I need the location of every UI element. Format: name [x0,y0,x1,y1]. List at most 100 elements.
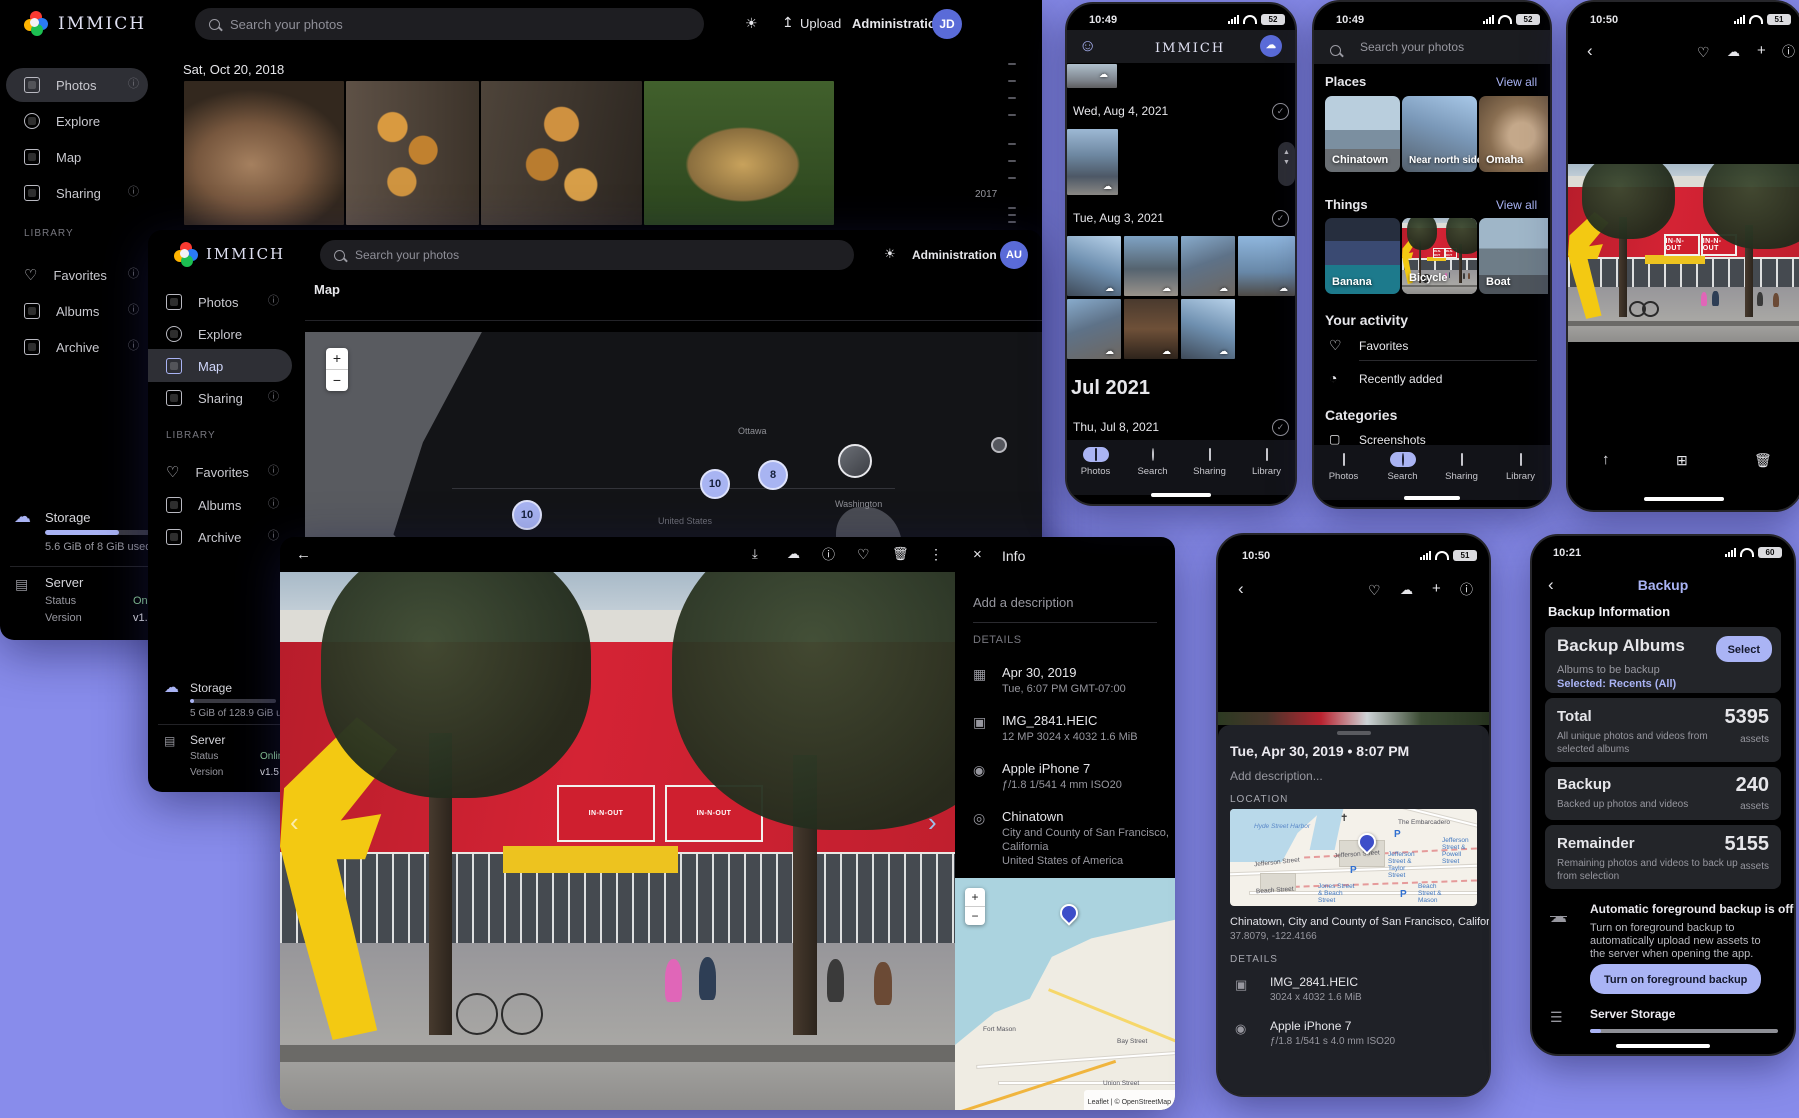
thing-card-banana[interactable]: Banana [1325,218,1400,294]
map-zoom-control[interactable]: + − [326,348,348,391]
select-group-icon[interactable] [1272,419,1289,436]
archive-icon[interactable]: ⊞ [1676,453,1688,467]
add-description-field[interactable]: Add description... [1230,769,1323,783]
search-bar[interactable]: Search your photos [195,8,704,40]
back-chevron-icon[interactable] [1587,42,1593,59]
home-indicator[interactable] [1644,497,1724,501]
zoom-out-button[interactable]: − [965,907,985,925]
favorite-icon[interactable] [1697,45,1710,59]
nav-tab-search[interactable]: Search [1124,447,1181,477]
sidebar-item-photos[interactable]: Photos [166,285,238,319]
photo-thumbnail[interactable] [346,81,479,225]
download-icon[interactable]: ⤓ [752,547,758,560]
map-zoom-control[interactable]: + − [965,888,985,925]
search-placeholder[interactable]: Search your photos [1360,40,1464,54]
user-avatar[interactable]: AU [1000,241,1028,269]
timeline-scrubber-handle[interactable]: ▲▼ [1278,142,1295,186]
sidebar-item-map[interactable]: Map [166,349,223,383]
delete-icon[interactable]: 🗑 [1754,453,1772,467]
sidebar-item-explore[interactable]: Explore [24,104,100,138]
zoom-out-button[interactable]: − [326,370,348,391]
previous-photo-chevron[interactable] [290,809,299,835]
photo-sliver[interactable] [1218,712,1489,725]
add-to-album-icon[interactable] [1757,43,1766,58]
place-card-omaha[interactable]: Omaha [1479,96,1548,172]
map-cluster-marker[interactable]: 10 [512,500,542,530]
info-badge-icon[interactable] [268,531,279,542]
sidebar-item-archive[interactable]: Archive [166,520,241,554]
place-card-near-north-side[interactable]: Near north side [1402,96,1477,172]
info-badge-icon[interactable] [128,269,139,280]
thing-card-boat[interactable]: Boat [1479,218,1548,294]
place-card-chinatown[interactable]: Chinatown [1325,96,1400,172]
sheet-drag-handle[interactable] [1337,731,1371,735]
nav-tab-sharing[interactable]: Sharing [1181,447,1238,477]
info-badge-icon[interactable] [128,341,139,352]
home-indicator[interactable] [1404,496,1460,500]
user-avatar[interactable]: JD [932,9,962,39]
info-badge-icon[interactable] [268,296,279,307]
places-view-all-link[interactable]: View all [1496,75,1537,89]
things-view-all-link[interactable]: View all [1496,198,1537,212]
sidebar-item-explore[interactable]: Explore [166,317,242,351]
theme-toggle-icon[interactable] [884,247,896,260]
home-indicator[interactable] [1616,1044,1710,1048]
map-photo-marker[interactable] [991,437,1007,453]
photo-in-n-out[interactable]: IN-N-OUT IN-N-OUT [1568,164,1799,342]
sidebar-item-sharing[interactable]: Sharing [166,381,243,415]
upload-button[interactable]: Upload [800,16,841,32]
delete-icon[interactable]: 🗑 [892,547,909,560]
sidebar-item-map[interactable]: Map [24,140,81,174]
photo-thumbnail[interactable] [184,81,344,225]
photo-thumbnail[interactable] [644,81,834,225]
add-to-album-icon[interactable] [1432,581,1441,596]
info-badge-icon[interactable] [268,466,279,477]
info-badge-icon[interactable] [128,305,139,316]
info-icon[interactable] [1782,45,1795,58]
more-options-icon[interactable] [929,547,943,561]
photo-thumbnail[interactable] [1067,64,1117,88]
nav-tab-library[interactable]: Library [1238,447,1295,477]
map-photo-marker[interactable] [838,444,872,478]
nav-tab-photos[interactable]: Photos [1067,447,1124,477]
activity-favorites[interactable]: Favorites [1359,339,1408,353]
location-map[interactable]: Fort Mason Bay Street Union Street + − L… [955,878,1175,1110]
zoom-in-button[interactable]: + [326,348,348,370]
next-photo-chevron[interactable] [928,809,937,835]
administration-link[interactable]: Administration [912,248,997,262]
nav-tab-search[interactable]: Search [1373,452,1432,482]
info-icon[interactable] [822,548,835,561]
back-chevron-icon[interactable] [1238,580,1244,597]
info-badge-icon[interactable] [128,79,139,90]
back-icon[interactable] [296,547,311,562]
info-badge-icon[interactable] [128,187,139,198]
administration-link[interactable]: Administration [852,16,944,32]
sidebar-item-archive[interactable]: Archive [24,330,99,364]
search-bar[interactable]: Search your photos [320,240,854,270]
location-map[interactable]: Hyde Street Harbor ✝ The Embarcadero P J… [1230,809,1477,906]
nav-tab-library[interactable]: Library [1491,452,1550,482]
sidebar-item-photos[interactable]: Photos [24,68,96,102]
info-icon[interactable] [1460,583,1473,596]
select-button[interactable]: Select [1716,636,1772,662]
sidebar-item-favorites[interactable]: Favorites [24,258,107,292]
map-cluster-marker[interactable]: 10 [700,469,730,499]
sidebar-item-albums[interactable]: Albums [24,294,99,328]
sidebar-item-albums[interactable]: Albums [166,488,241,522]
close-info-icon[interactable] [973,547,982,562]
nav-tab-photos[interactable]: Photos [1314,452,1373,482]
favorite-icon[interactable] [857,547,870,561]
turn-on-foreground-backup-button[interactable]: Turn on foreground backup [1590,964,1761,994]
info-badge-icon[interactable] [268,499,279,510]
home-indicator[interactable] [1151,493,1211,497]
select-group-icon[interactable] [1272,210,1289,227]
nav-tab-sharing[interactable]: Sharing [1432,452,1491,482]
sidebar-item-sharing[interactable]: Sharing [24,176,101,210]
favorite-icon[interactable] [1368,583,1381,597]
map-cluster-marker[interactable]: 8 [758,460,788,490]
sidebar-item-favorites[interactable]: Favorites [166,455,249,489]
zoom-in-button[interactable]: + [965,888,985,907]
theme-toggle-icon[interactable] [745,16,758,30]
profile-avatar[interactable] [1260,35,1282,57]
activity-recently-added[interactable]: Recently added [1359,372,1442,386]
